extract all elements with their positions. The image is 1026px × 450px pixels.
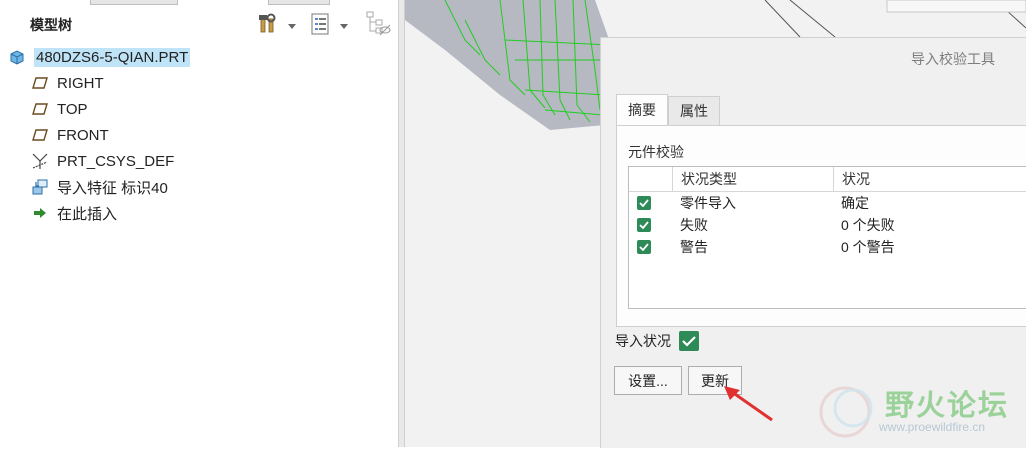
import-status-check-icon <box>679 331 699 351</box>
check-icon <box>637 218 651 232</box>
tree-node-datum-top[interactable]: TOP <box>8 96 393 122</box>
row-status: 0 个失败 <box>841 217 895 233</box>
status-table: 状况类型 状况 零件导入 确定 失败 0 个失败 警告 0 个警告 <box>628 166 1026 309</box>
annotation-arrow-icon <box>724 386 773 422</box>
tree-node-label: FRONT <box>57 126 109 144</box>
tree-node-import-feature[interactable]: 导入特征 标识40 <box>8 174 393 200</box>
tree-node-label: PRT_CSYS_DEF <box>57 152 175 170</box>
tree-node-datum-right[interactable]: RIGHT <box>8 70 393 96</box>
tree-node-label: RIGHT <box>57 74 104 92</box>
import-status-label: 导入状况 <box>615 333 671 349</box>
table-row[interactable]: 失败 0 个失败 <box>629 214 1026 236</box>
row-status: 确定 <box>841 195 869 211</box>
row-type: 失败 <box>680 217 708 233</box>
hammer-wrench-icon <box>258 13 280 38</box>
chevron-down-icon <box>340 17 348 33</box>
column-header-status[interactable]: 状况 <box>834 167 870 191</box>
tree-filter-button[interactable] <box>366 11 392 40</box>
summary-panel: 元件校验 状况类型 状况 零件导入 确定 失败 0 个失败 警告 0 个警告 <box>616 125 1026 327</box>
tab-summary[interactable]: 摘要 <box>616 94 668 125</box>
panel-splitter[interactable] <box>398 0 405 447</box>
model-tree: 480DZS6-5-QIAN.PRT RIGHT TOP FRONT PRT_C… <box>8 44 393 226</box>
tools-dropdown-button[interactable] <box>258 12 296 38</box>
tree-node-datum-front[interactable]: FRONT <box>8 122 393 148</box>
watermark-title: 野火论坛 <box>885 390 1010 422</box>
settings-button[interactable]: 设置... <box>614 366 682 395</box>
tree-node-label: 导入特征 标识40 <box>57 179 168 197</box>
component-check-label: 元件校验 <box>628 144 684 160</box>
row-type: 零件导入 <box>680 195 736 211</box>
list-icon <box>310 13 330 38</box>
datum-plane-icon <box>31 74 49 92</box>
show-dropdown-button[interactable] <box>310 12 348 38</box>
tree-node-label: 在此插入 <box>57 205 118 223</box>
table-row[interactable]: 零件导入 确定 <box>629 192 1026 214</box>
forum-watermark: 野火论坛 www.proewildfire.cn <box>815 376 1026 447</box>
datum-plane-icon <box>31 100 49 118</box>
row-status: 0 个警告 <box>841 239 895 255</box>
dialog-tabs: 摘要 属性 <box>616 94 720 126</box>
table-row[interactable]: 警告 0 个警告 <box>629 236 1026 258</box>
tree-node-csys[interactable]: PRT_CSYS_DEF <box>8 148 393 174</box>
part-icon <box>8 48 26 66</box>
tab-properties[interactable]: 属性 <box>668 96 720 125</box>
tree-node-part[interactable]: 480DZS6-5-QIAN.PRT <box>8 44 393 70</box>
chevron-down-icon <box>288 17 296 33</box>
row-type: 警告 <box>680 239 708 255</box>
panel-tab[interactable] <box>268 0 330 5</box>
check-icon <box>637 196 651 210</box>
tree-node-label: TOP <box>57 100 88 118</box>
import-status: 导入状况 <box>615 331 699 351</box>
column-header-type[interactable]: 状况类型 <box>673 167 834 191</box>
panel-tab-strip <box>0 0 398 6</box>
datum-plane-icon <box>31 126 49 144</box>
insert-here-arrow-icon <box>31 204 49 222</box>
table-header: 状况类型 状况 <box>629 167 1026 192</box>
dialog-title: 导入校验工具 <box>911 51 995 67</box>
column-header-check <box>629 167 673 191</box>
hide-tree-icon <box>366 11 392 40</box>
watermark-url: www.proewildfire.cn <box>879 420 986 434</box>
import-feature-icon <box>31 178 49 196</box>
model-tree-panel: 模型树 480DZS6-5-QIAN.PRT RIGHT TOP FRONT P… <box>0 0 398 447</box>
panel-tab[interactable] <box>90 0 178 5</box>
tree-node-label: 480DZS6-5-QIAN.PRT <box>34 47 191 67</box>
model-tree-title: 模型树 <box>30 17 72 33</box>
tree-node-insert-here[interactable]: 在此插入 <box>8 200 393 226</box>
coordinate-system-icon <box>31 152 49 170</box>
check-icon <box>637 240 651 254</box>
